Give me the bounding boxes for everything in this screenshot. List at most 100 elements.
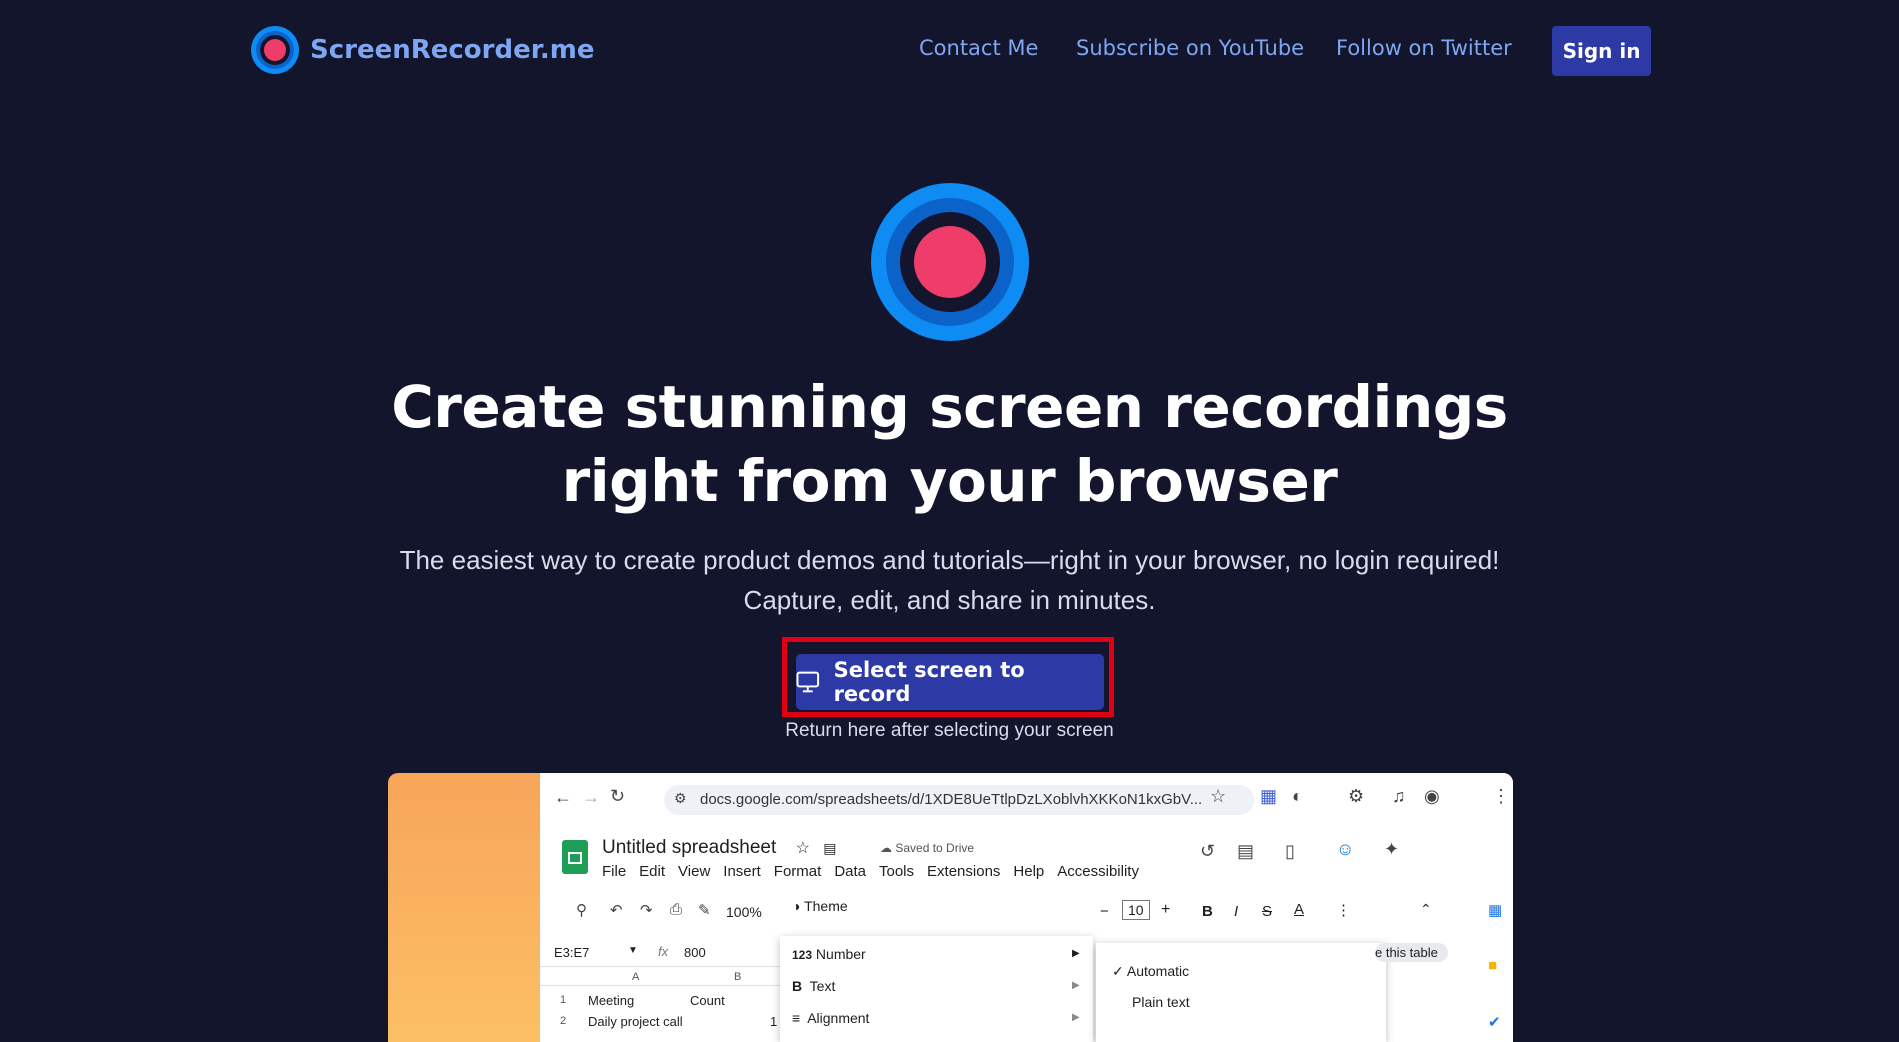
grid-line (540, 966, 780, 967)
print-icon: ⎙ (670, 901, 683, 918)
formula-value: 800 (684, 945, 706, 960)
fx-icon: fx (658, 944, 669, 959)
nav-link-twitter[interactable]: Follow on Twitter (1336, 36, 1512, 60)
monitor-icon (796, 671, 820, 693)
hero-subtitle: The easiest way to create product demos … (0, 540, 1899, 620)
submenu-item-automatic: ✓ Automatic (1112, 963, 1190, 979)
saved-status: ☁ Saved to Drive (880, 841, 975, 855)
number-submenu: ✓ Automatic Plain text (1096, 943, 1386, 1042)
keep-icon: ■ (1488, 957, 1498, 974)
menu-item-number: 123 Number (792, 946, 866, 962)
meet-icon: ▯ (1285, 841, 1295, 861)
browser-toolbar: ← → ↻ ⚙ docs.google.com/spreadsheets/d/1… (540, 773, 1513, 825)
convert-table-chip: e this table (1375, 943, 1448, 962)
cell-b1: Count (690, 993, 725, 1008)
italic-icon: I (1234, 903, 1239, 920)
font-size-decrease-icon: − (1100, 903, 1109, 920)
site-settings-icon: ⚙ (674, 790, 687, 806)
submenu-arrow-icon: ▶ (1072, 1012, 1080, 1023)
profile-icon: ◉ (1424, 786, 1440, 806)
product-preview: ← → ↻ ⚙ docs.google.com/spreadsheets/d/1… (388, 773, 1513, 1042)
url-text: docs.google.com/spreadsheets/d/1XDE8UeTt… (700, 791, 1203, 808)
search-menu-icon: ⚲ (576, 902, 587, 919)
puzzle-icon: ⚙ (1348, 786, 1365, 806)
format-submenu-list: 123 Number ▶ B Text ▶ ≡ Alignment ▶ (780, 936, 1093, 1042)
cell-reference: E3:E7 (554, 945, 590, 960)
menu-item-alignment-label: Alignment (807, 1010, 870, 1026)
nav-link-youtube[interactable]: Subscribe on YouTube (1076, 36, 1304, 60)
sheets-menu-bar: File Edit View Insert Format Data Tools Extensi… (602, 863, 1152, 880)
menu-edit: Edit (639, 863, 666, 880)
menu-tools: Tools (879, 863, 915, 880)
calendar-icon: ▦ (1488, 902, 1503, 919)
menu-insert: Insert (723, 863, 761, 880)
hero-subtitle-line1: The easiest way to create product demos … (399, 545, 1500, 575)
sheets-logo-icon (562, 840, 588, 874)
menu-accessibility: Accessibility (1057, 863, 1139, 880)
menu-format: Format (773, 863, 822, 880)
record-logo-icon (250, 25, 300, 75)
menu-file: File (602, 863, 627, 880)
hero-title-line2: right from your browser (561, 447, 1338, 515)
url-bar: ⚙ docs.google.com/spreadsheets/d/1XDE8Ue… (664, 785, 1254, 815)
redo-icon: ↷ (640, 902, 653, 919)
submenu-arrow-icon: ▶ (1072, 980, 1080, 991)
grid-line (540, 985, 780, 986)
menu-help: Help (1013, 863, 1045, 880)
menu-data: Data (834, 863, 866, 880)
row-number: 1 (560, 994, 567, 1006)
strikethrough-icon: S (1262, 903, 1273, 920)
paint-format-icon: ✎ (698, 902, 711, 919)
saved-status-text: Saved to Drive (895, 841, 975, 855)
history-icon: ↺ (1200, 841, 1216, 861)
font-size-increase-icon: + (1161, 901, 1171, 918)
media-icon: ♫ (1392, 786, 1406, 806)
share-icon: ☺ (1336, 839, 1355, 859)
menu-item-theme: ◑ Theme (792, 898, 848, 914)
menu-item-text-label: Text (809, 978, 836, 994)
menu-extensions: Extensions (927, 863, 1001, 880)
brand-home-link[interactable]: ScreenRecorder.me (250, 25, 594, 75)
doc-title: Untitled spreadsheet ☆ ▤ (602, 837, 836, 859)
nav-link-contact[interactable]: Contact Me (919, 36, 1038, 60)
back-arrow-icon: ← (554, 787, 572, 807)
more-vert-icon: ⋮ (1492, 786, 1510, 806)
cell-b2: 1 (770, 1014, 778, 1029)
zoom-level: 100% (726, 904, 762, 920)
star-icon: ☆ (795, 840, 810, 857)
cell-a2: Daily project call (588, 1014, 683, 1029)
column-header-a: A (632, 971, 640, 983)
preview-browser-window: ← → ↻ ⚙ docs.google.com/spreadsheets/d/1… (540, 773, 1513, 1042)
bookmark-star-icon: ☆ (1210, 786, 1227, 806)
gemini-icon: ✦ (1384, 839, 1400, 859)
collapse-toolbar-icon: ⌃ (1420, 901, 1432, 917)
extension-icon: ▦ (1260, 786, 1278, 806)
reload-icon: ↻ (610, 786, 626, 806)
font-size-field: 10 (1122, 900, 1150, 920)
doc-title-text: Untitled spreadsheet (602, 837, 777, 858)
submenu-item-plain-text: Plain text (1132, 994, 1190, 1010)
top-navbar: ScreenRecorder.me Contact Me Subscribe o… (0, 0, 1899, 102)
undo-icon: ↶ (610, 902, 623, 919)
brand-name: ScreenRecorder.me (310, 35, 595, 65)
text-color-icon: A (1294, 901, 1305, 918)
cta-note: Return here after selecting your screen (785, 720, 1114, 741)
hero-record-icon (870, 182, 1030, 342)
submenu-item-automatic-label: Automatic (1126, 963, 1190, 979)
menu-item-text: B Text (792, 978, 836, 994)
hero-title: Create stunning screen recordings right … (0, 370, 1899, 518)
hero-title-line1: Create stunning screen recordings (391, 373, 1508, 441)
cell-a1: Meeting (588, 993, 635, 1008)
row-number: 2 (560, 1015, 567, 1027)
shield-icon: ◐ (1292, 786, 1303, 806)
menu-item-alignment: ≡ Alignment (792, 1010, 870, 1026)
select-screen-button[interactable]: Select screen to record (796, 654, 1104, 710)
menu-item-number-label: Number (815, 946, 866, 962)
hero-subtitle-line2: Capture, edit, and share in minutes. (743, 585, 1156, 615)
menu-item-theme-label: Theme (804, 898, 848, 914)
cell-ref-dropdown-icon: ▼ (628, 945, 638, 956)
column-header-b: B (734, 971, 742, 983)
bold-icon: B (1202, 903, 1213, 920)
tasks-icon: ✔ (1488, 1014, 1501, 1031)
sign-in-button[interactable]: Sign in (1552, 26, 1651, 76)
